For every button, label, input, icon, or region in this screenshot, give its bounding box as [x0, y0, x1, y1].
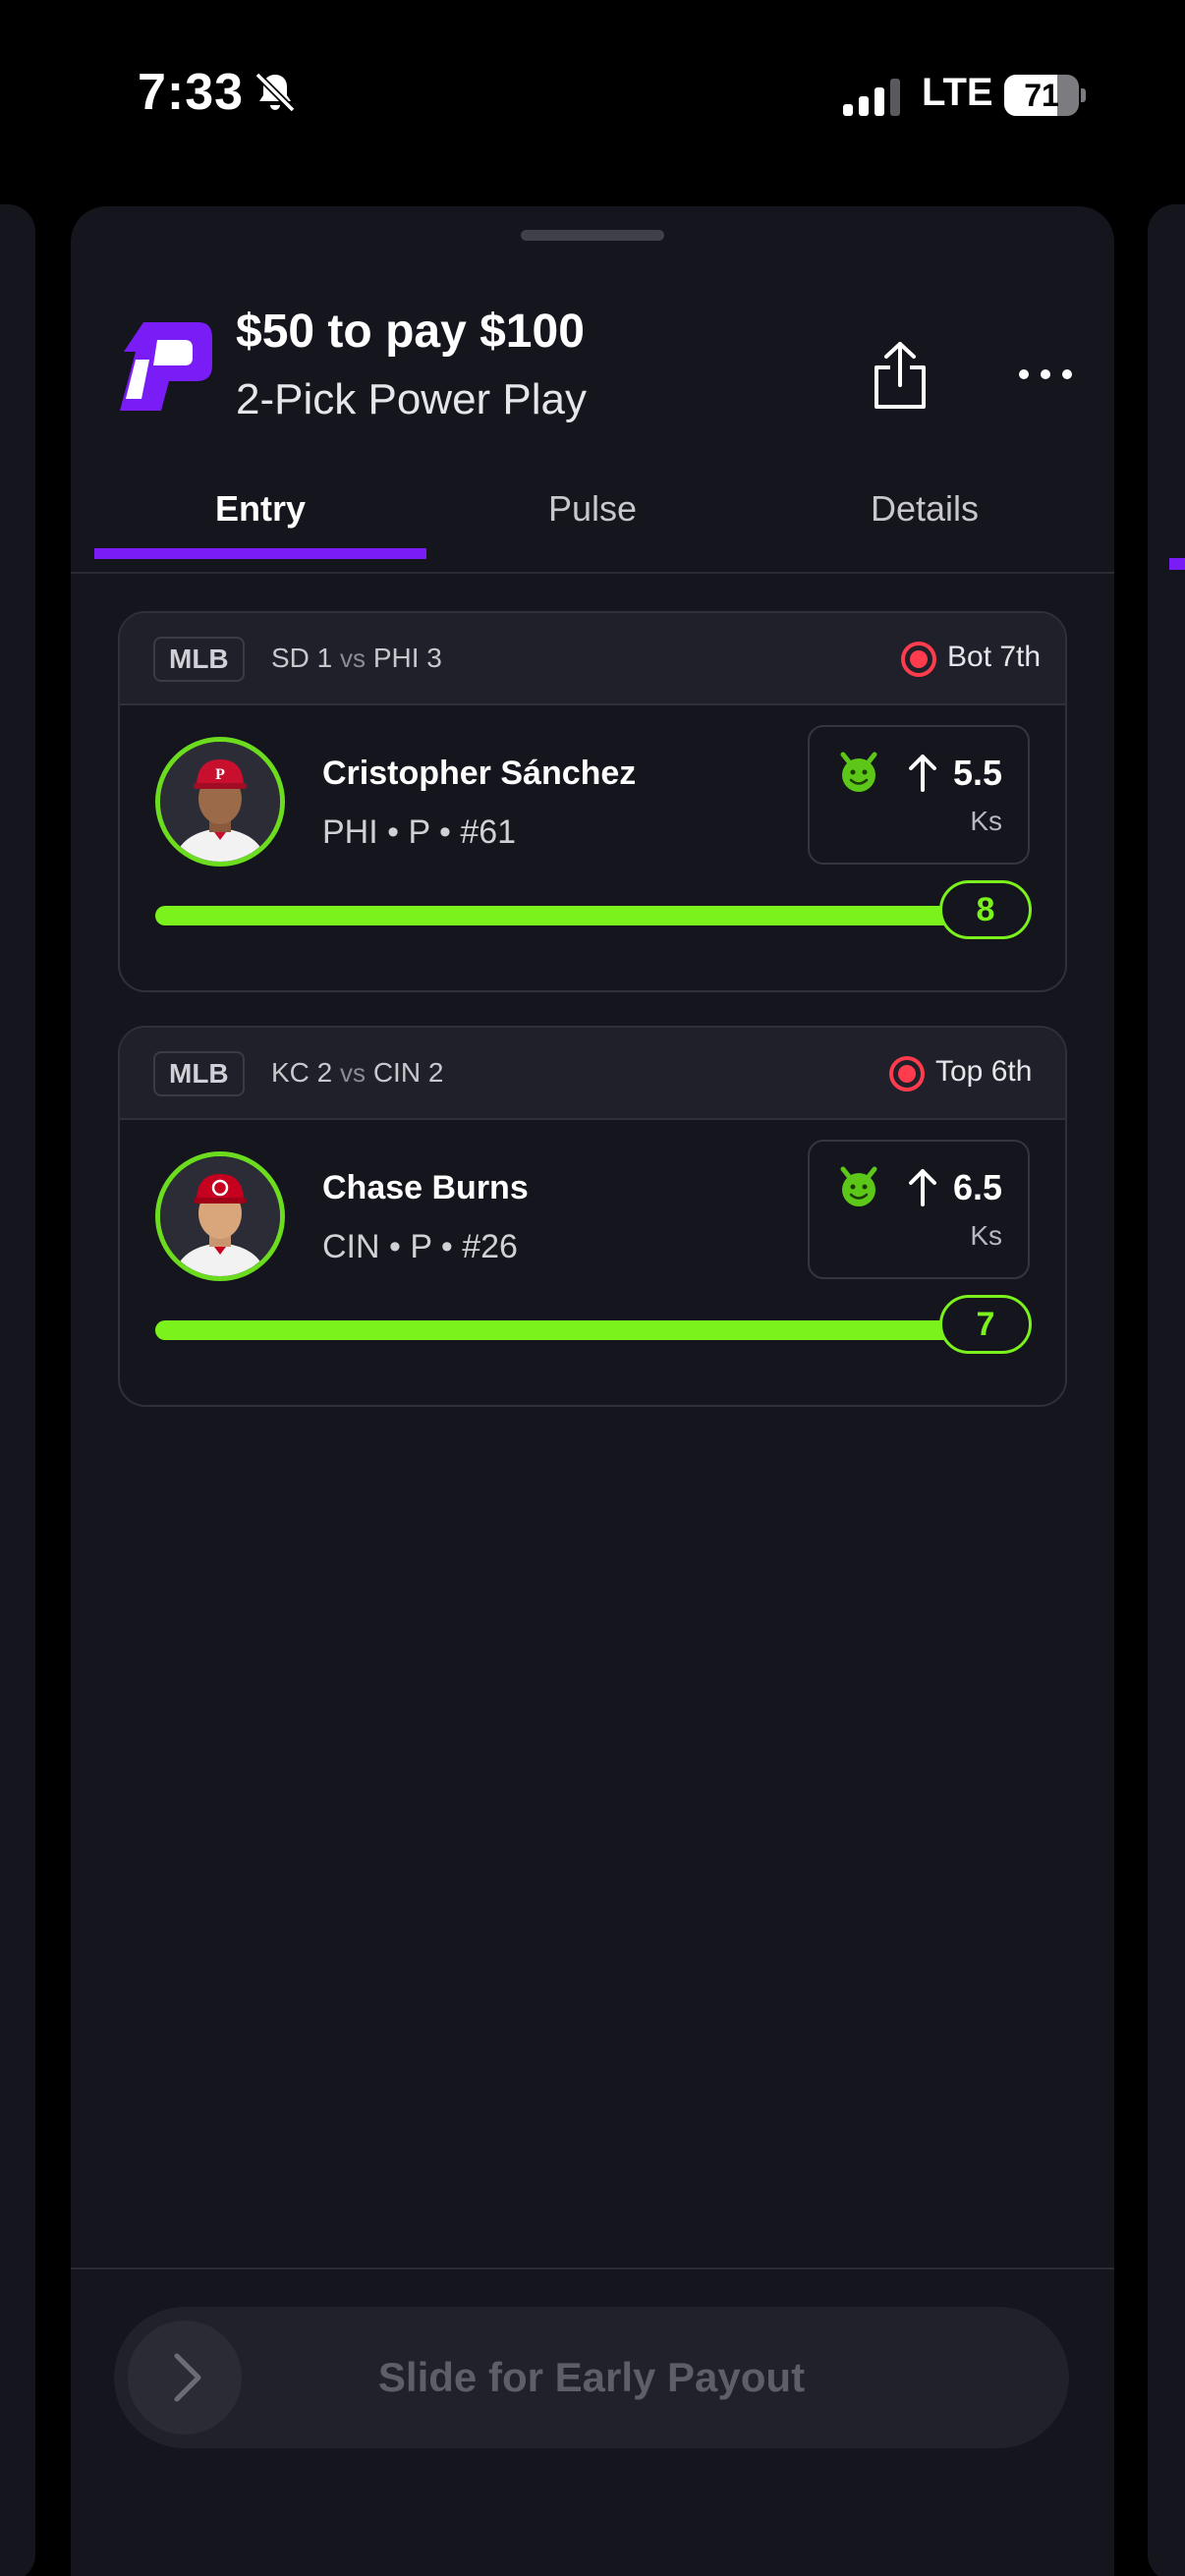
slider-label: Slide for Early Payout — [377, 2354, 806, 2400]
tab-entry[interactable]: Entry — [94, 477, 426, 576]
demon-icon — [840, 752, 877, 792]
current-stat-badge: 7 — [939, 1295, 1032, 1354]
arrow-up-icon — [909, 755, 936, 792]
projection-box: 5.5 Ks — [808, 725, 1030, 865]
arrow-up-icon — [909, 1169, 936, 1206]
status-bar: 7:33 LTE 71 — [0, 0, 1185, 196]
entry-subtitle: 2-Pick Power Play — [236, 375, 588, 423]
logo-icon — [120, 322, 212, 411]
projection-line: 5.5 — [952, 753, 1002, 793]
more-icon[interactable] — [1014, 360, 1077, 389]
game-status: Top 6th — [935, 1055, 1033, 1088]
pick-card[interactable]: MLB SD 1 vs PHI 3 Bot 7th P Cristopher S… — [118, 611, 1067, 992]
tab-pulse[interactable]: Pulse — [426, 477, 759, 576]
progress-fill — [155, 1320, 975, 1340]
player-avatar: P — [155, 737, 285, 867]
player-name: Cristopher Sánchez — [322, 755, 637, 792]
tabs-divider — [71, 572, 1114, 574]
stat-type: Ks — [970, 806, 1002, 836]
player-name: Chase Burns — [322, 1169, 529, 1206]
live-icon — [901, 642, 936, 677]
share-icon[interactable] — [871, 340, 930, 411]
battery-icon: 71 — [1004, 75, 1086, 116]
game-status: Bot 7th — [947, 641, 1042, 673]
next-entry-tab-indicator — [1169, 558, 1185, 570]
game-header: MLB KC 2 vs CIN 2 Top 6th — [120, 1028, 1065, 1120]
svg-text:P: P — [215, 766, 225, 783]
battery-percent: 71 — [1024, 78, 1059, 113]
tab-indicator — [94, 548, 426, 559]
league-badge: MLB — [153, 637, 245, 682]
progress-bar — [155, 906, 975, 925]
player-meta: CIN • P • #26 — [322, 1228, 518, 1265]
player-avatar — [155, 1151, 285, 1281]
matchup: SD 1 vs PHI 3 — [271, 643, 442, 673]
projection-line: 6.5 — [952, 1167, 1002, 1207]
stat-type: Ks — [970, 1220, 1002, 1251]
demon-icon — [840, 1166, 877, 1206]
entry-sheet: $50 to pay $100 2-Pick Power Play Entry … — [71, 206, 1114, 2576]
progress-fill — [155, 906, 975, 925]
progress-bar — [155, 1320, 975, 1340]
status-time: 7:33 — [138, 64, 245, 121]
projection-box: 6.5 Ks — [808, 1140, 1030, 1279]
chevron-right-icon — [174, 2353, 201, 2402]
entry-title: $50 to pay $100 — [236, 306, 585, 358]
matchup: KC 2 vs CIN 2 — [271, 1057, 444, 1088]
tab-details[interactable]: Details — [759, 477, 1091, 576]
game-header: MLB SD 1 vs PHI 3 Bot 7th — [120, 613, 1065, 705]
live-icon — [889, 1056, 925, 1092]
current-stat-badge: 8 — [939, 880, 1032, 939]
footer-divider — [71, 2268, 1114, 2269]
pick-card[interactable]: MLB KC 2 vs CIN 2 Top 6th Chase Burns CI… — [118, 1026, 1067, 1407]
sheet-grabber[interactable] — [521, 230, 664, 241]
player-meta: PHI • P • #61 — [322, 813, 517, 851]
signal-icon — [843, 79, 900, 116]
network-type: LTE — [922, 71, 993, 114]
bell-slash-icon — [254, 72, 296, 113]
previous-entry-card[interactable] — [0, 204, 35, 2576]
slider-handle[interactable] — [128, 2321, 242, 2435]
league-badge: MLB — [153, 1051, 245, 1096]
early-payout-slider[interactable]: Slide for Early Payout — [114, 2307, 1069, 2448]
